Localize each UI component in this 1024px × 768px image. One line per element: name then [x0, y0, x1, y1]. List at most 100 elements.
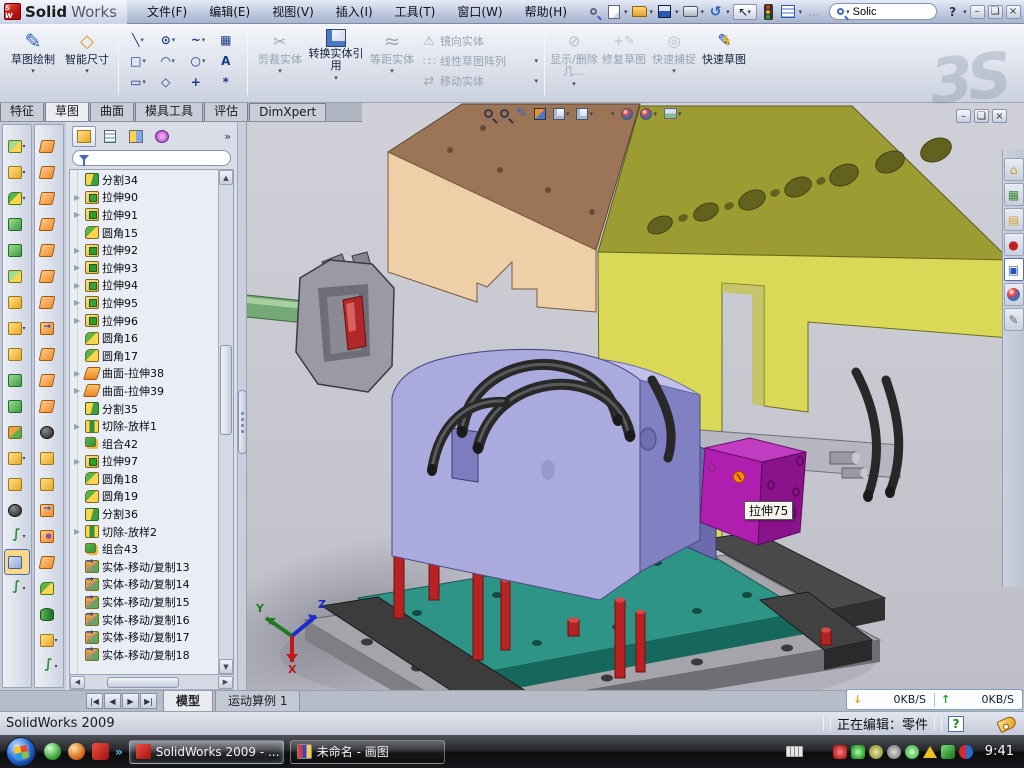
view-settings-icon[interactable]: ▾ — [664, 108, 682, 119]
tray-icon[interactable] — [786, 746, 803, 757]
tree-item[interactable]: ▶拉伸96 — [74, 312, 218, 330]
tray-icon[interactable] — [869, 745, 883, 759]
command-button[interactable]: 快速草图▾ — [699, 27, 749, 88]
task-pane-tab[interactable] — [1004, 283, 1024, 306]
toolbar-button[interactable]: ▾ — [36, 471, 62, 497]
slide-insert-gray[interactable] — [296, 252, 394, 392]
graphics-viewport[interactable] — [247, 103, 1024, 690]
tree-item[interactable]: ▶曲面-拉伸39 — [74, 382, 218, 400]
task-pane-tab[interactable]: ▣ — [1004, 258, 1024, 281]
toolbar-button[interactable]: ▾ — [4, 341, 30, 367]
toolbar-button[interactable]: ▾ — [36, 159, 62, 185]
tray-icon[interactable] — [941, 745, 955, 759]
toolbar-button[interactable]: ▾ — [4, 159, 30, 185]
apply-scene-icon[interactable]: ▾ — [640, 108, 657, 120]
tree-item[interactable]: ▶圆角18 — [74, 470, 218, 488]
toolbar-button[interactable]: ▾ — [36, 133, 62, 159]
sketch-entity-button[interactable]: +▾ — [183, 71, 213, 92]
tree-item[interactable]: ▶拉伸97 — [74, 453, 218, 471]
tree-item[interactable]: ▶圆角17 — [74, 347, 218, 365]
expand-arrow-icon[interactable]: ▶ — [74, 246, 82, 255]
tray-icon[interactable] — [851, 745, 865, 759]
document-tab[interactable]: 运动算例 1 — [215, 691, 300, 712]
tree-item[interactable]: ▶曲面-拉伸38 — [74, 365, 218, 383]
print-icon[interactable] — [682, 4, 699, 20]
network-speed-widget[interactable]: ↓0KB/S ↑0KB/S — [846, 689, 1023, 710]
scrollbar-thumb[interactable] — [220, 345, 232, 435]
expand-arrow-icon[interactable]: ▶ — [74, 281, 82, 290]
expand-arrow-icon[interactable]: ▶ — [74, 298, 82, 307]
tree-item[interactable]: ▶圆角15 — [74, 224, 218, 242]
toolbar-button[interactable]: ▾ — [4, 237, 30, 263]
expand-arrow-icon[interactable]: ▶ — [74, 210, 82, 219]
menu-item[interactable]: 文件(F) — [137, 1, 197, 22]
toolbar-button[interactable]: ▾ — [4, 185, 30, 211]
toolbar-button[interactable]: ▾ — [36, 367, 62, 393]
ribbon-tab[interactable]: 评估 — [204, 100, 248, 121]
task-pane-tab[interactable]: ● — [1004, 233, 1024, 256]
sketch-entity-button[interactable]: ~▾ — [183, 29, 213, 50]
tree-filter-input[interactable] — [72, 150, 231, 166]
sketch-entity-button[interactable]: ◠▾ — [153, 50, 183, 71]
toolbar-button[interactable]: ▾ — [36, 653, 62, 679]
menu-item[interactable]: 帮助(H) — [515, 1, 577, 22]
section-view-icon[interactable] — [534, 108, 546, 120]
tree-item[interactable]: ▶拉伸92 — [74, 241, 218, 259]
search-input[interactable] — [853, 6, 913, 18]
toolbar-button[interactable]: ▾ — [4, 549, 30, 575]
command-button[interactable]: 等距实体▾ — [364, 27, 420, 82]
pin-icon[interactable] — [585, 4, 602, 20]
ribbon-tab[interactable]: DimXpert — [249, 103, 326, 121]
tree-item[interactable]: ▶拉伸91 — [74, 206, 218, 224]
toolbar-button[interactable]: ▾ — [4, 263, 30, 289]
taskbar-task-button[interactable]: SolidWorks 2009 - ... — [129, 740, 284, 764]
start-button[interactable] — [6, 737, 36, 767]
quick-tips-help-button[interactable]: ? — [948, 716, 964, 732]
command-button[interactable]: 快速捕捉▾ — [649, 27, 699, 88]
toolbar-button[interactable]: ▾ — [4, 419, 30, 445]
toolbar-button[interactable]: ▾ — [36, 211, 62, 237]
panel-splitter[interactable] — [237, 122, 247, 690]
undo-icon[interactable]: ↺ — [707, 4, 724, 20]
command-button[interactable]: 智能尺寸▾ — [60, 27, 114, 75]
tree-item[interactable]: ▶拉伸90 — [74, 189, 218, 207]
tree-item[interactable]: ▶拉伸95 — [74, 294, 218, 312]
tree-item[interactable]: ▶实体-移动/复制13 — [74, 558, 218, 576]
toolbar-button[interactable]: ▾ — [4, 471, 30, 497]
toolbar-button[interactable]: ▾ — [4, 497, 30, 523]
options-icon[interactable] — [780, 4, 797, 20]
tree-item[interactable]: ▶圆角19 — [74, 488, 218, 506]
tree-horizontal-scrollbar[interactable]: ◀ ▶ — [69, 675, 234, 690]
panel-tab[interactable] — [124, 126, 148, 147]
quick-launch-icon[interactable] — [92, 743, 109, 760]
tag-icon[interactable] — [996, 714, 1017, 732]
select-tool-icon[interactable]: ↖▾ — [733, 4, 757, 20]
tree-item[interactable]: ▶圆角16 — [74, 329, 218, 347]
command-button[interactable]: 剪裁实体▾ — [252, 27, 308, 82]
tree-item[interactable]: ▶实体-移动/复制15 — [74, 593, 218, 611]
panel-overflow-button[interactable]: » — [224, 130, 233, 143]
command-button[interactable]: 显示/删除几...▾ — [549, 27, 599, 88]
tree-item[interactable]: ▶分割34 — [74, 171, 218, 189]
help-icon[interactable]: ? — [944, 4, 961, 20]
scroll-right-icon[interactable]: ▶ — [218, 676, 233, 689]
sketch-entity-button[interactable]: *▾ — [213, 71, 243, 92]
toolbar-button[interactable]: ▾ — [36, 419, 62, 445]
restore-button[interactable]: ❏ — [988, 5, 1003, 19]
task-pane-tab[interactable]: ▤ — [1004, 208, 1024, 231]
tab-nav-button[interactable]: ▶| — [140, 693, 157, 709]
edit-appearance-icon[interactable] — [621, 108, 633, 120]
toolbar-button[interactable]: ▾ — [36, 185, 62, 211]
tree-item[interactable]: ▶分割36 — [74, 505, 218, 523]
display-style-icon[interactable]: ▾ — [576, 108, 593, 120]
sketch-entity-button[interactable]: ▦▾ — [213, 29, 243, 50]
task-pane-tab[interactable]: ⌂ — [1004, 158, 1024, 181]
toolbar-button[interactable]: ▾ — [36, 289, 62, 315]
ribbon-tab[interactable]: 特征 — [0, 100, 44, 121]
toolbar-button[interactable]: ▾ — [36, 393, 62, 419]
command-button[interactable]: 线性草图阵列▾ — [422, 53, 538, 69]
sketch-entity-button[interactable]: ▭▾ — [123, 71, 153, 92]
tree-vertical-scrollbar[interactable]: ▲ ▼ — [218, 170, 233, 674]
tray-icon[interactable] — [905, 745, 919, 759]
toolbar-button[interactable]: ▾ — [36, 549, 62, 575]
